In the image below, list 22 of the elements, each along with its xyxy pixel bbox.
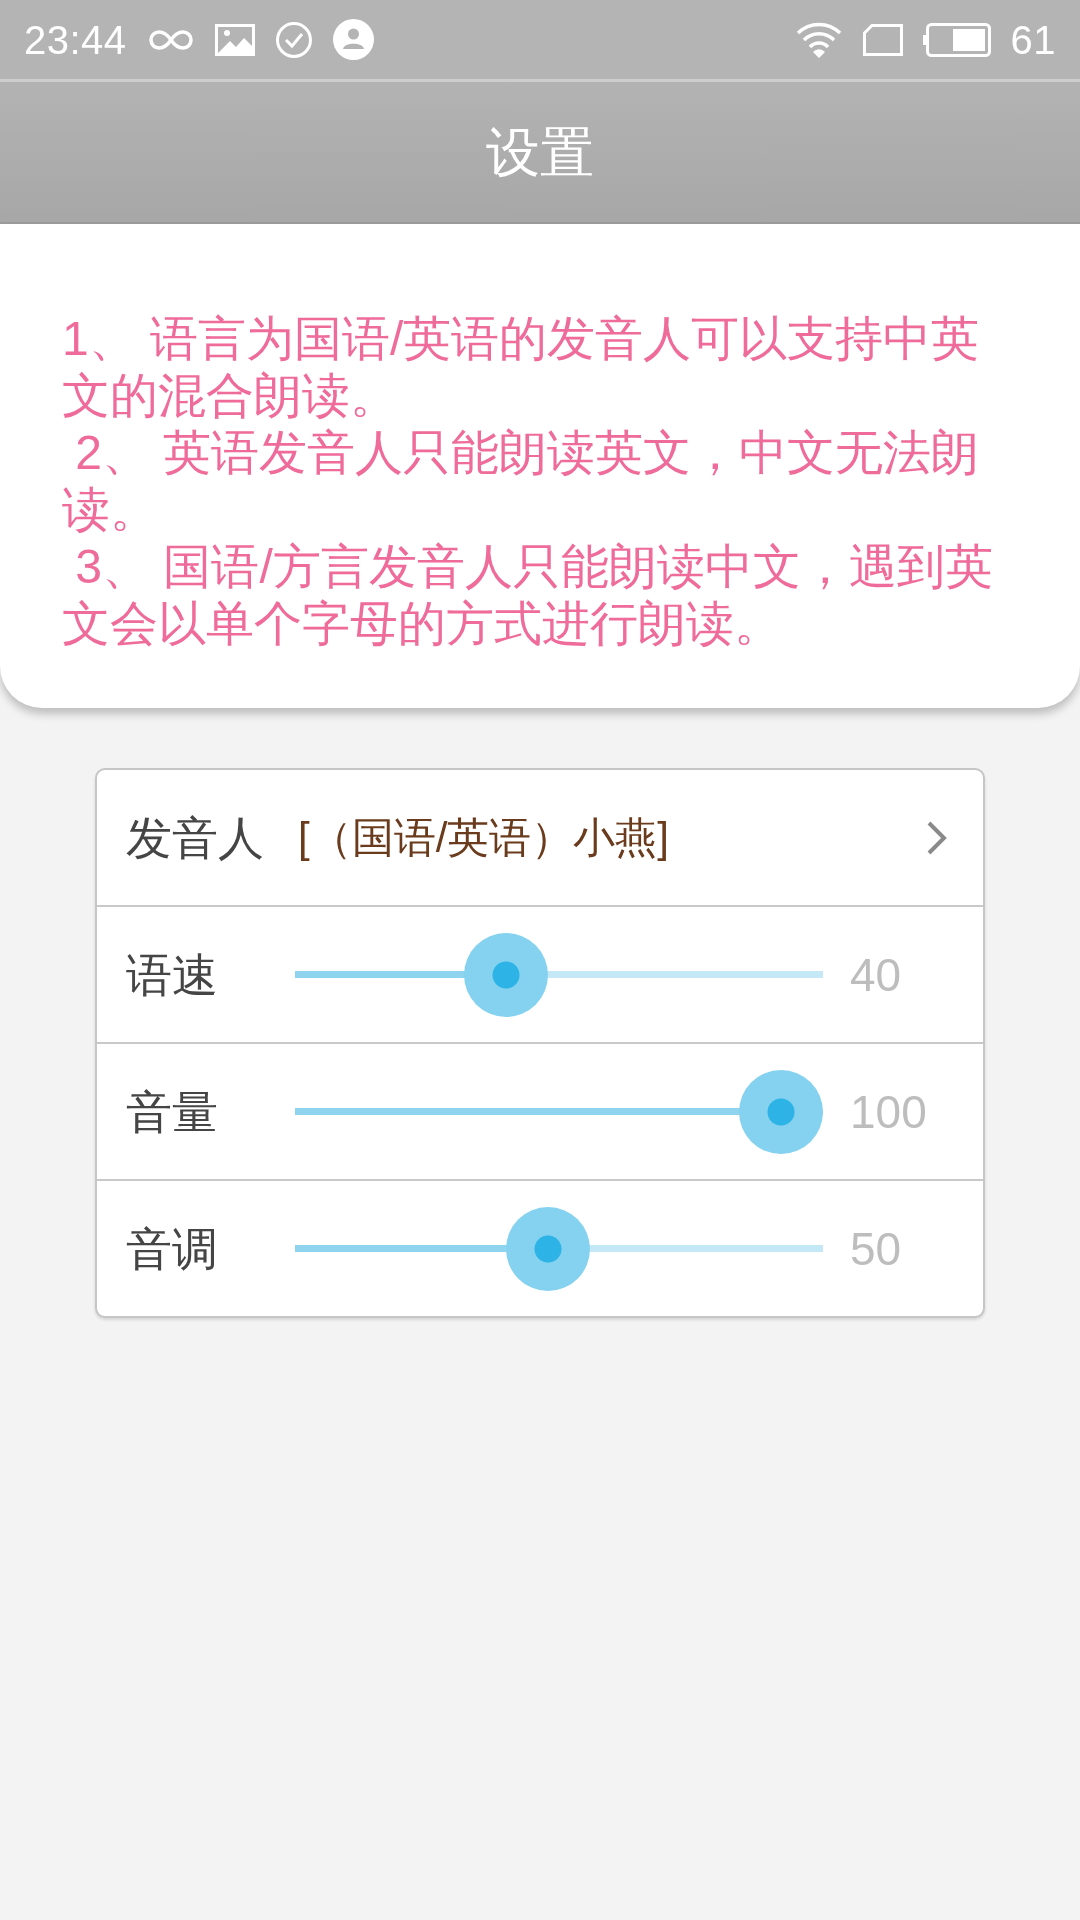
sim-card-icon (862, 23, 903, 56)
notice-text: 1、 语言为国语/英语的发音人可以支持中英文的混合朗读。 (62, 311, 981, 424)
setting-label: 发音人 (126, 814, 264, 861)
notice-text: 3、 国语/方言发音人只能朗读中文，遇到英文会以单个字母的方式进行朗读。 (62, 539, 994, 652)
setting-label: 音量 (126, 1088, 219, 1135)
setting-label: 音调 (126, 1225, 219, 1272)
status-time: 23:44 (24, 19, 127, 60)
setting-label: 语速 (126, 951, 219, 998)
check-circle-icon (274, 20, 313, 59)
chevron-right-icon (926, 819, 948, 856)
slider-value: 100 (850, 1088, 927, 1135)
notice-text: 2、 英语发音人只能朗读英文，中文无法朗读。 (62, 425, 981, 538)
battery-icon (922, 22, 991, 57)
wifi-icon (794, 20, 843, 59)
battery-percent: 61 (1010, 19, 1056, 60)
slider-value: 40 (850, 951, 902, 998)
voice-value: [（国语/英语）小燕] (298, 816, 669, 859)
image-icon (214, 23, 255, 56)
account-circle-icon (332, 19, 374, 60)
page-title: 设置 (486, 125, 594, 179)
slider-value: 50 (850, 1225, 902, 1272)
voice-picker-row[interactable]: 发音人 [（国语/英语）小燕] (97, 770, 983, 905)
